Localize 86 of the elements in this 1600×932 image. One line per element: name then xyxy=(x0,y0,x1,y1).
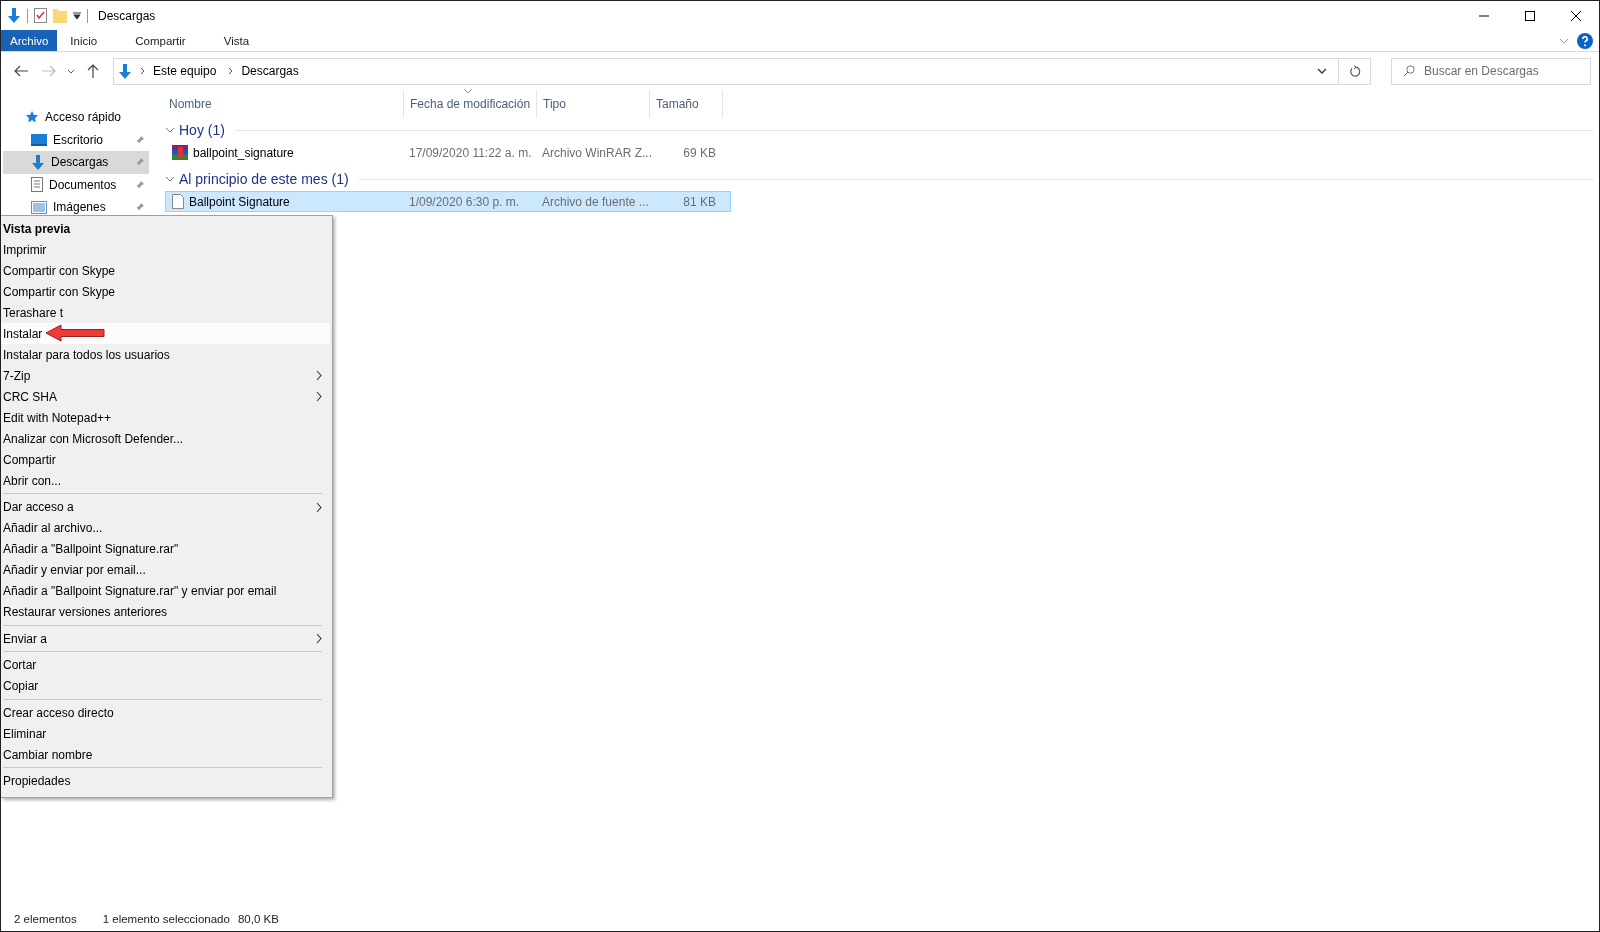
chevron-down-icon xyxy=(1317,68,1327,74)
chevron-right-icon xyxy=(228,67,234,75)
column-label: Tamaño xyxy=(656,97,699,111)
menu-item[interactable]: Crear acceso directo xyxy=(1,702,330,723)
download-icon[interactable] xyxy=(7,8,21,23)
menu-item[interactable]: Instalar xyxy=(1,323,330,344)
maximize-icon xyxy=(1525,10,1535,21)
item-count: 2 elementos xyxy=(14,913,77,925)
ribbon-tab[interactable]: Compartir xyxy=(122,30,199,51)
file-row[interactable]: Ballpoint Signature 1/09/2020 6:30 p. m. Archivo de fuente ... 81 KB xyxy=(165,191,731,212)
table-cell: ballpoint_signature xyxy=(193,145,294,160)
menu-item[interactable]: Compartir con Skype xyxy=(1,260,330,281)
breadcrumb[interactable]: Este equipo xyxy=(149,64,221,78)
close-icon xyxy=(1571,10,1581,21)
pictures-icon xyxy=(31,200,47,214)
file-icon xyxy=(172,194,184,209)
download-icon xyxy=(118,63,132,79)
annotation-arrow xyxy=(45,324,105,342)
column-header[interactable]: Tipo xyxy=(537,90,650,118)
address-bar[interactable]: Este equipo Descargas xyxy=(113,57,1371,85)
sidebar-item[interactable]: Imágenes xyxy=(3,196,149,219)
column-label: Nombre xyxy=(169,97,212,111)
menu-item[interactable]: Añadir y enviar por email... xyxy=(1,559,330,581)
menu-item[interactable]: Eliminar xyxy=(1,723,330,744)
collapse-icon[interactable] xyxy=(165,176,175,182)
menu-item[interactable]: Copiar xyxy=(1,675,330,697)
collapse-icon[interactable] xyxy=(165,127,175,133)
table-cell: 69 KB xyxy=(683,145,716,160)
file-row[interactable]: ballpoint_signature 17/09/2020 11:22 a. m. Archivo WinRAR Z... 69 KB xyxy=(165,142,731,163)
breadcrumb[interactable]: Descargas xyxy=(237,64,303,78)
menu-item[interactable]: Analizar con Microsoft Defender... xyxy=(1,428,330,449)
help-icon[interactable] xyxy=(1577,32,1593,49)
menu-item[interactable]: Cambiar nombre xyxy=(1,744,330,765)
menu-item[interactable]: Imprimir xyxy=(1,239,330,260)
table-cell: 81 KB xyxy=(683,194,716,209)
menu-item[interactable]: Restaurar versiones anteriores xyxy=(1,601,330,623)
menu-item[interactable]: Añadir a "Ballpoint Signature.rar" xyxy=(1,538,330,560)
menu-item[interactable]: Vista previa xyxy=(1,218,330,239)
menu-item[interactable]: Compartir xyxy=(1,449,330,470)
menu-item[interactable]: Enviar a xyxy=(1,628,330,649)
sidebar-item[interactable]: Descargas xyxy=(3,151,149,174)
menu-item[interactable]: Compartir con Skype xyxy=(1,281,330,302)
menu-item[interactable]: Añadir a "Ballpoint Signature.rar" y enviar por email xyxy=(1,580,330,602)
desktop-icon xyxy=(31,133,47,146)
window-title: Descargas xyxy=(98,8,156,23)
menu-item[interactable]: CRC SHA xyxy=(1,386,330,407)
download-icon xyxy=(31,154,45,170)
ribbon-tab[interactable]: Vista xyxy=(210,30,263,51)
menu-item[interactable]: Propiedades xyxy=(1,770,330,792)
group-title: Hoy (1) xyxy=(179,122,225,138)
archive-icon xyxy=(172,145,188,160)
sidebar-item[interactable]: Escritorio xyxy=(3,128,149,151)
table-cell: 1/09/2020 6:30 p. m. xyxy=(409,194,520,209)
menu-item[interactable]: Edit with Notepad++ xyxy=(1,407,330,428)
selection-info: 1 elemento seleccionado xyxy=(102,913,230,925)
table-cell: Archivo WinRAR Z... xyxy=(542,145,652,160)
refresh-icon xyxy=(1348,64,1361,78)
menu-item[interactable]: Cortar xyxy=(1,654,330,676)
menu-item[interactable]: Dar acceso a xyxy=(1,496,330,518)
table-cell: 17/09/2020 11:22 a. m. xyxy=(409,145,532,160)
column-header[interactable]: Tamaño xyxy=(650,90,723,118)
column-header[interactable]: Fecha de modificación xyxy=(404,90,537,118)
dropdown-icon[interactable] xyxy=(73,11,81,20)
menu-item[interactable]: 7-Zip xyxy=(1,365,330,386)
star-icon xyxy=(25,110,39,125)
search-field[interactable]: Buscar en Descargas xyxy=(1391,57,1591,85)
chevron-right-icon xyxy=(140,67,145,75)
table-cell: Ballpoint Signature xyxy=(189,194,290,209)
column-label: Tipo xyxy=(543,97,566,111)
column-header[interactable]: Nombre xyxy=(163,90,404,118)
search-icon xyxy=(1403,64,1415,77)
sidebar-item[interactable]: Acceso rápido xyxy=(3,106,149,129)
menu-item[interactable]: Instalar para todos los usuarios xyxy=(1,344,330,365)
menu-item[interactable]: Terashare t xyxy=(1,302,330,323)
checklist-icon[interactable] xyxy=(34,8,47,23)
file-tab[interactable]: Archivo xyxy=(1,30,58,51)
ribbon-tab[interactable]: Inicio xyxy=(57,30,111,51)
menu-item[interactable]: Añadir al archivo... xyxy=(1,517,330,539)
selection-size: 80,0 KB xyxy=(237,913,279,925)
document-icon xyxy=(31,177,43,193)
menu-item[interactable]: Abrir con... xyxy=(1,470,330,491)
sidebar-item[interactable]: Documentos xyxy=(3,173,149,196)
column-label: Fecha de modificación xyxy=(410,97,531,111)
table-cell: Archivo de fuente ... xyxy=(542,194,649,209)
chevron-down-icon[interactable] xyxy=(67,68,75,74)
group-title: Al principio de este mes (1) xyxy=(179,171,349,187)
